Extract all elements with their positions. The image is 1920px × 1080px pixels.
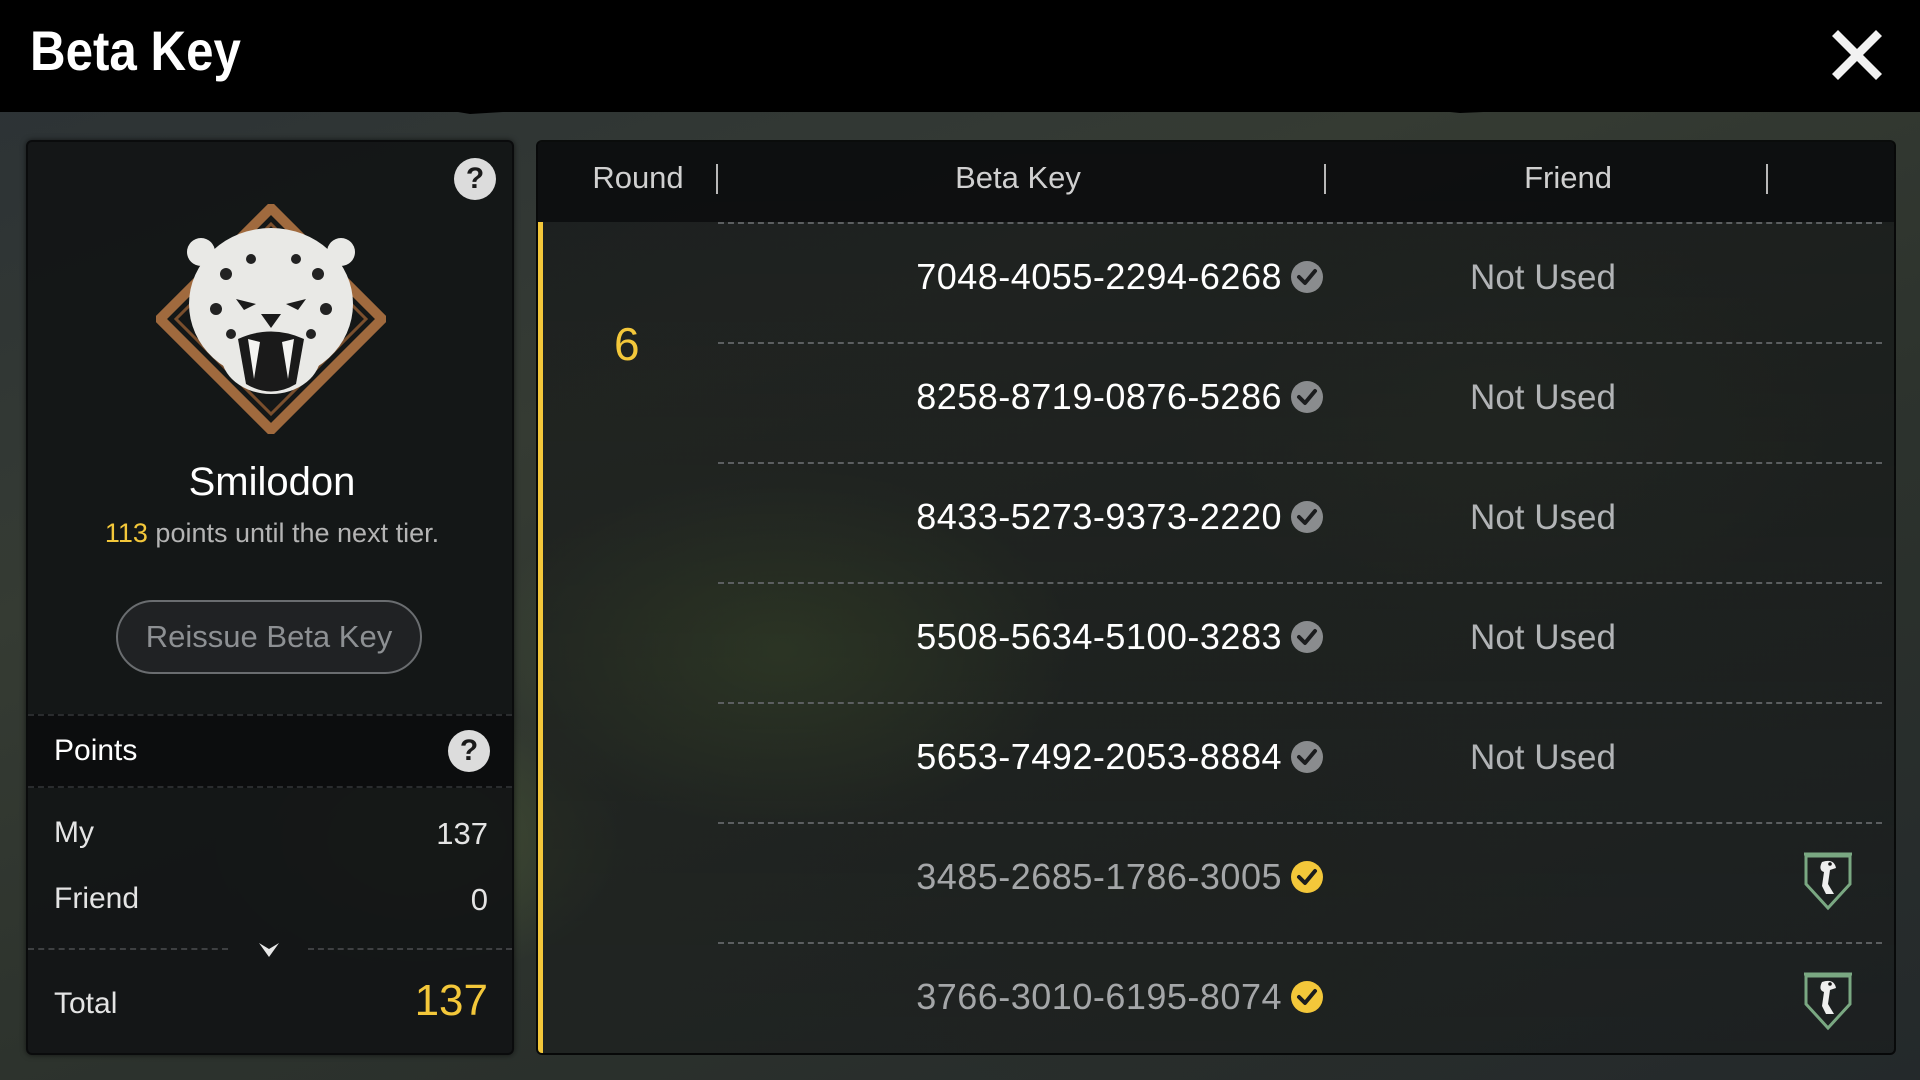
divider	[308, 948, 512, 950]
row-divider	[718, 222, 1882, 224]
column-separator	[1766, 164, 1768, 194]
my-points-label: My	[54, 816, 94, 849]
friend-status: Not Used	[1470, 378, 1616, 417]
tier-panel: ? Smilodon 113 points until the next tie…	[26, 140, 514, 1055]
column-separator	[716, 164, 718, 194]
column-separator	[1324, 164, 1326, 194]
friend-points-label: Friend	[54, 882, 140, 915]
round-number: 6	[614, 318, 640, 370]
key-row[interactable]: 3485-2685-1786-3005	[718, 822, 1882, 942]
table-header: Round Beta Key Friend	[538, 142, 1894, 222]
beta-key-value: 8433-5273-9373-2220	[916, 496, 1282, 537]
key-row[interactable]: 3766-3010-6195-8074	[718, 942, 1882, 1053]
check-icon	[1290, 380, 1324, 414]
points-to-next: 113	[104, 518, 148, 548]
points-to-next-suffix: points until the next tier.	[147, 518, 440, 548]
points-help-icon[interactable]: ?	[448, 730, 490, 772]
chevron-down-icon[interactable]	[257, 941, 281, 959]
column-friend: Friend	[1524, 160, 1612, 195]
row-divider	[718, 582, 1882, 584]
points-header: Points ?	[28, 714, 512, 788]
key-row[interactable]: 5653-7492-2053-8884 Not Used	[718, 702, 1882, 822]
key-row[interactable]: 7048-4055-2294-6268 Not Used	[718, 222, 1882, 342]
raptor-badge-icon[interactable]	[1800, 970, 1856, 1032]
check-icon	[1290, 500, 1324, 534]
close-icon[interactable]	[1824, 22, 1890, 88]
row-divider	[718, 342, 1882, 344]
key-row[interactable]: 5508-5634-5100-3283 Not Used	[718, 582, 1882, 702]
tier-progress-text: 113 points until the next tier.	[28, 518, 516, 549]
key-row[interactable]: 8433-5273-9373-2220 Not Used	[718, 462, 1882, 582]
tier-name: Smilodon	[188, 460, 356, 504]
beta-key-value: 3766-3010-6195-8074	[916, 976, 1282, 1017]
page-title: Beta Key	[30, 19, 241, 82]
total-points-value: 137	[414, 976, 488, 1025]
divider	[28, 948, 228, 950]
total-points-label: Total	[54, 987, 118, 1020]
round-indicator-bar	[538, 222, 543, 1053]
row-divider	[718, 462, 1882, 464]
column-round: Round	[592, 160, 684, 195]
friend-status: Not Used	[1470, 738, 1616, 777]
help-icon[interactable]: ?	[454, 158, 496, 200]
top-bar: Beta Key	[0, 0, 1920, 112]
row-divider	[718, 822, 1882, 824]
friend-status: Not Used	[1470, 498, 1616, 537]
friend-status: Not Used	[1470, 618, 1616, 657]
row-divider	[718, 702, 1882, 704]
key-row[interactable]: 8258-8719-0876-5286 Not Used	[718, 342, 1882, 462]
column-beta-key: Beta Key	[955, 160, 1081, 195]
beta-key-value: 5653-7492-2053-8884	[916, 736, 1282, 777]
points-title: Points	[54, 734, 138, 767]
my-points-value: 137	[436, 816, 488, 851]
reissue-beta-key-button[interactable]: Reissue Beta Key	[116, 600, 422, 674]
beta-key-table: Round Beta Key Friend 6 7048-4055-2294-6…	[536, 140, 1896, 1055]
friend-points-value: 0	[470, 882, 488, 917]
smilodon-emblem-icon	[156, 204, 386, 434]
check-icon	[1290, 260, 1324, 294]
check-gold-icon	[1290, 860, 1324, 894]
beta-key-value: 8258-8719-0876-5286	[916, 376, 1282, 417]
raptor-badge-icon[interactable]	[1800, 850, 1856, 912]
beta-key-value: 5508-5634-5100-3283	[916, 616, 1282, 657]
beta-key-value: 3485-2685-1786-3005	[916, 856, 1282, 897]
check-gold-icon	[1290, 980, 1324, 1014]
beta-key-value: 7048-4055-2294-6268	[916, 256, 1282, 297]
row-divider	[718, 942, 1882, 944]
check-icon	[1290, 620, 1324, 654]
torn-edge	[0, 100, 1920, 114]
friend-status: Not Used	[1470, 258, 1616, 297]
check-icon	[1290, 740, 1324, 774]
